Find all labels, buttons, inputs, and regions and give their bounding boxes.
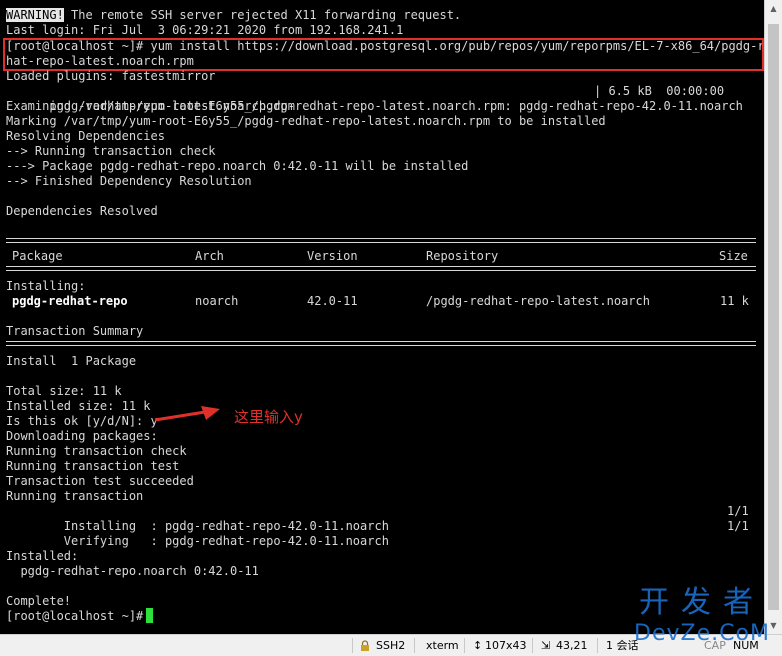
installed-header-line: Installed: xyxy=(6,549,79,563)
running-check-line: --> Running transaction check xyxy=(6,144,216,158)
installing-label: Installing: xyxy=(6,279,86,293)
last-login-line: Last login: Fri Jul 3 06:29:21 2020 from… xyxy=(6,23,404,37)
marking-line: Marking /var/tmp/yum-root-E6y55_/pgdg-re… xyxy=(6,114,606,128)
annotation-arrow-icon xyxy=(154,406,220,422)
warning-badge: WARNING! xyxy=(6,8,64,22)
row-version: 42.0-11 xyxy=(307,294,358,308)
table-header-row: Package Arch Version Repository Size xyxy=(6,249,756,264)
watermark-top-text: 开发者 xyxy=(639,585,765,620)
table-separator-top xyxy=(6,238,756,243)
scroll-up-arrow-icon[interactable]: ▲ xyxy=(765,0,782,17)
status-term-type: xterm xyxy=(426,639,459,652)
tx-test-succeeded-line: Transaction test succeeded xyxy=(6,474,194,488)
col-header-size: Size xyxy=(719,249,748,263)
ssh-client-window: WARNING! The remote SSH server rejected … xyxy=(0,0,782,656)
col-header-version: Version xyxy=(307,249,358,263)
devze-watermark-logo: 开发者 DevZe.CoM xyxy=(622,586,782,656)
shell-prompt-line[interactable]: [root@localhost ~]# xyxy=(6,609,151,624)
install-count-line: Install 1 Package xyxy=(6,354,137,368)
deps-resolved-line: Dependencies Resolved xyxy=(6,204,158,218)
rpm-download-progress: | 6.5 kB 00:00:00 xyxy=(594,84,725,98)
status-cursor-pos: 43,21 xyxy=(556,639,588,652)
row-repository: /pgdg-redhat-repo-latest.noarch xyxy=(426,294,650,308)
installed-size-line: Installed size: 11 k xyxy=(6,399,151,413)
warning-message: The remote SSH server rejected X11 forwa… xyxy=(63,8,462,22)
examining-line: Examining /var/tmp/yum-root-E6y55_/pgdg-… xyxy=(6,99,743,113)
status-divider xyxy=(352,638,353,653)
row-package: pgdg-redhat-repo xyxy=(12,294,128,308)
status-protocol: SSH2 xyxy=(376,639,406,652)
resize-icon: ↕ xyxy=(473,639,483,652)
terminal-screen[interactable]: WARNING! The remote SSH server rejected … xyxy=(0,0,764,634)
status-divider xyxy=(414,638,415,653)
watermark-bottom-text: DevZe.CoM xyxy=(634,621,770,646)
total-size-line: Total size: 11 k xyxy=(6,384,122,398)
running-tx-check-line: Running transaction check xyxy=(6,444,187,458)
table-separator-mid xyxy=(6,266,756,271)
command-highlight-box xyxy=(3,38,764,71)
installed-package-line: pgdg-redhat-repo.noarch 0:42.0-11 xyxy=(6,564,259,578)
confirm-prompt-line: Is this ok [y/d/N]: y xyxy=(6,414,158,428)
col-header-package: Package xyxy=(12,249,63,263)
installing-step-count: 1/1 xyxy=(727,504,749,518)
status-divider xyxy=(464,638,465,653)
installing-step-line: Installing : pgdg-redhat-repo-42.0-11.no… xyxy=(6,504,756,533)
loaded-plugins-line: Loaded plugins: fastestmirror xyxy=(6,69,216,83)
col-header-repository: Repository xyxy=(426,249,499,263)
scroll-thumb[interactable] xyxy=(768,24,779,610)
running-tx-test-line: Running transaction test xyxy=(6,459,180,473)
status-divider xyxy=(532,638,533,653)
verifying-step-count: 1/1 xyxy=(727,519,749,533)
lock-icon xyxy=(361,640,369,651)
resolving-line: Resolving Dependencies xyxy=(6,129,165,143)
status-dimensions: 107x43 xyxy=(485,639,527,652)
rpm-download-line: pgdg-redhat-repo-latest.noarch.rpm | 6.5… xyxy=(6,84,756,113)
col-header-arch: Arch xyxy=(195,249,224,263)
transaction-summary-line: Transaction Summary xyxy=(6,324,144,338)
finished-dep-line: --> Finished Dependency Resolution xyxy=(6,174,252,188)
complete-line: Complete! xyxy=(6,594,72,608)
table-row: pgdg-redhat-repo noarch 42.0-11 /pgdg-re… xyxy=(6,294,756,309)
row-arch: noarch xyxy=(195,294,239,308)
warning-line: WARNING! The remote SSH server rejected … xyxy=(6,8,461,23)
verifying-step-line: Verifying : pgdg-redhat-repo-42.0-11.noa… xyxy=(6,519,756,548)
terminal-cursor xyxy=(146,608,153,623)
annotation-text: 这里输入y xyxy=(234,408,303,426)
running-tx-line: Running transaction xyxy=(6,489,144,503)
row-size: 11 k xyxy=(720,294,749,308)
verifying-step-label: Verifying : pgdg-redhat-repo-42.0-11.noa… xyxy=(49,534,389,548)
package-install-line: ---> Package pgdg-redhat-repo.noarch 0:4… xyxy=(6,159,469,173)
cursor-pos-icon: ⇲ xyxy=(541,639,551,652)
downloading-line: Downloading packages: xyxy=(6,429,158,443)
status-divider xyxy=(597,638,598,653)
vertical-scrollbar[interactable]: ▲ ▼ xyxy=(764,0,782,634)
summary-separator xyxy=(6,341,756,346)
